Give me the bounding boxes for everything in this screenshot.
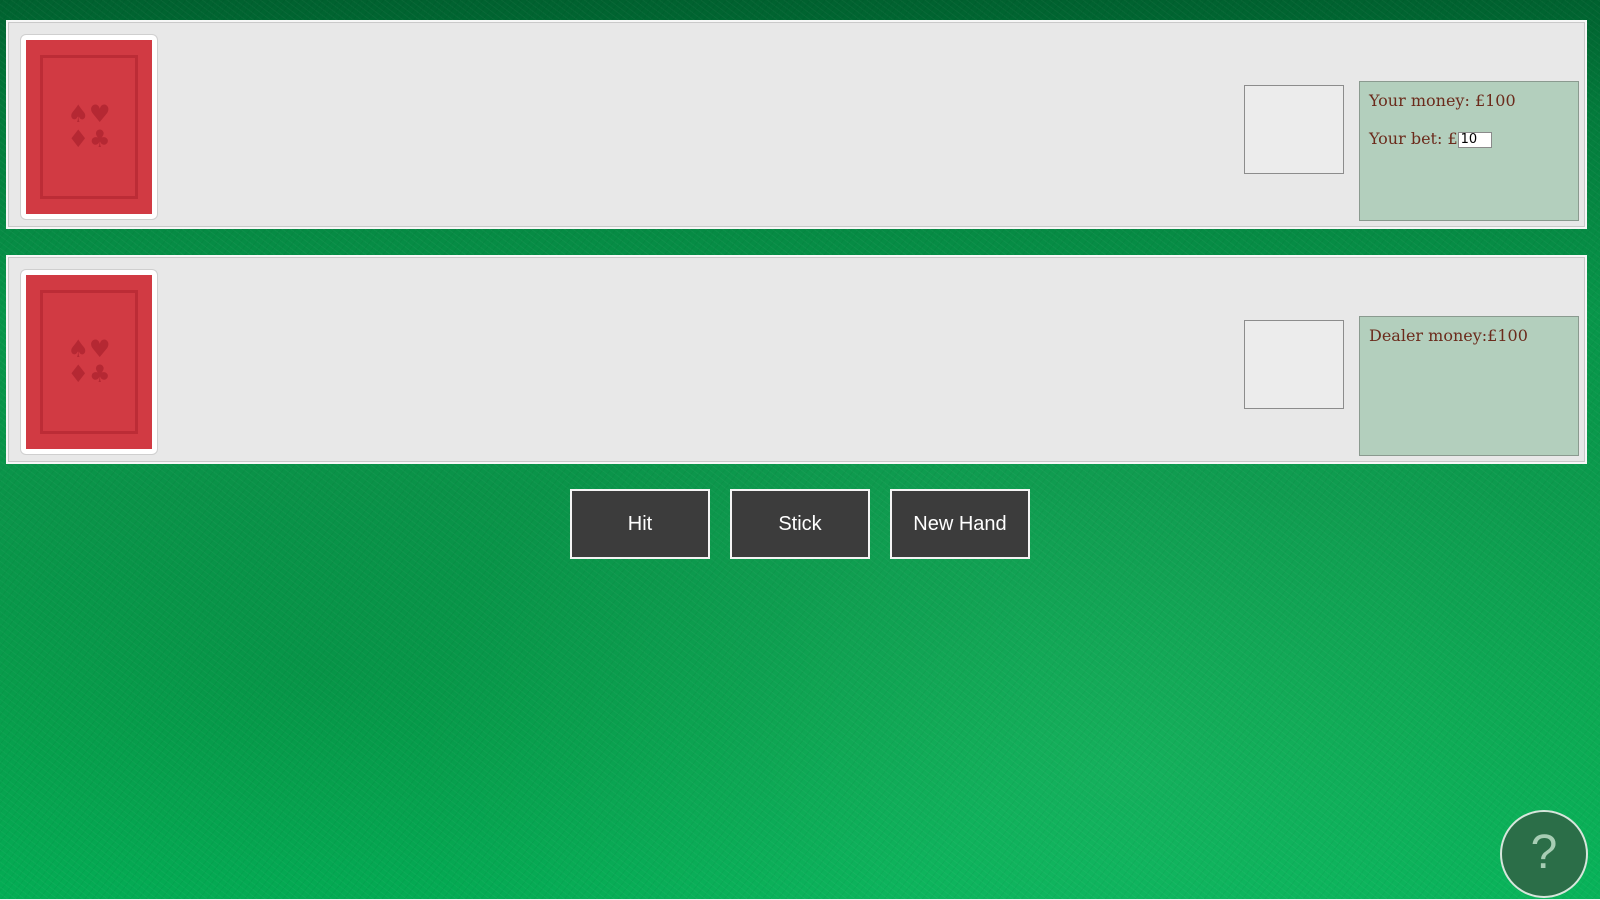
suits-icon: ♠♥ ♦♣ — [67, 335, 111, 388]
card-back: ♠♥ ♦♣ — [26, 275, 152, 449]
dealer-money-text: Dealer money:£100 — [1369, 326, 1528, 345]
question-mark-icon: ? — [1530, 826, 1558, 879]
player-bet-row: Your bet: £ — [1369, 129, 1569, 149]
dealer-deck-card: ♠♥ ♦♣ — [20, 269, 158, 455]
hit-button[interactable]: Hit — [570, 489, 710, 559]
new-hand-button[interactable]: New Hand — [890, 489, 1030, 559]
dealer-money-panel: Dealer money:£100 — [1359, 316, 1579, 456]
player-bet-label: Your bet: £ — [1369, 129, 1458, 148]
dealer-score-box — [1244, 320, 1344, 409]
help-button[interactable]: ? — [1500, 810, 1588, 898]
player-deck-card[interactable]: ♠♥ ♦♣ — [20, 34, 158, 220]
player-hand-panel: ♠♥ ♦♣ Your money: £100 Your bet: £ — [6, 20, 1587, 229]
dealer-hand-panel: ♠♥ ♦♣ Dealer money:£100 — [6, 255, 1587, 464]
stick-button[interactable]: Stick — [730, 489, 870, 559]
player-score-box — [1244, 85, 1344, 174]
suits-icon: ♠♥ ♦♣ — [67, 100, 111, 153]
player-bet-input[interactable] — [1457, 131, 1492, 148]
player-money-text: Your money: £100 — [1369, 91, 1516, 110]
card-back: ♠♥ ♦♣ — [26, 40, 152, 214]
player-money-panel: Your money: £100 Your bet: £ — [1359, 81, 1579, 221]
